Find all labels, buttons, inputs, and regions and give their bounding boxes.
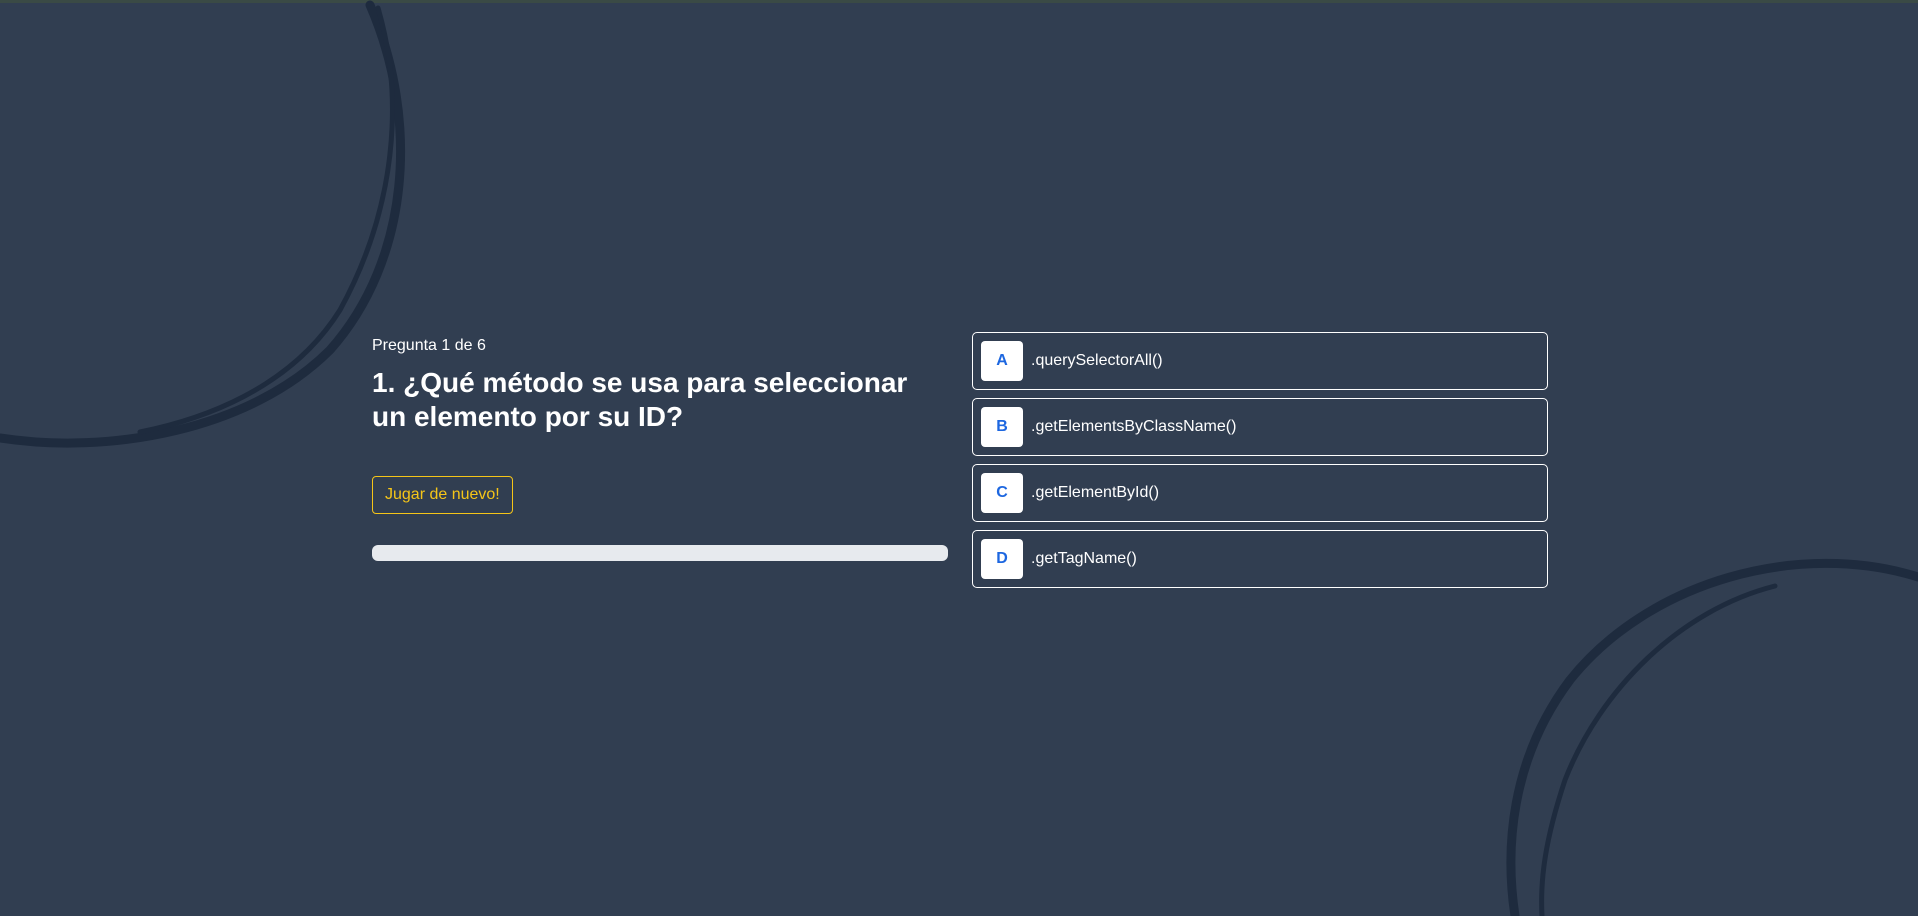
answer-option-c[interactable]: C .getElementById() [972, 464, 1548, 522]
play-again-button[interactable]: Jugar de nuevo! [372, 476, 513, 514]
answer-letter: B [981, 407, 1023, 447]
bottom-right-ring [1506, 558, 1918, 916]
bottom-right-ring-inner [1539, 583, 1778, 916]
answer-list: A .querySelectorAll() B .getElementsByCl… [972, 332, 1548, 596]
answer-label: .getElementById() [1031, 484, 1160, 501]
question-counter: Pregunta 1 de 6 [372, 337, 486, 354]
answer-option-a[interactable]: A .querySelectorAll() [972, 332, 1548, 390]
progress-bar [372, 545, 948, 561]
answer-letter: A [981, 341, 1023, 381]
answer-option-d[interactable]: D .getTagName() [972, 530, 1548, 588]
top-left-ring-inner [137, 5, 395, 435]
background-pattern [0, 0, 1918, 916]
question-panel: Pregunta 1 de 6 1. ¿Qué método se usa pa… [372, 336, 948, 561]
top-left-ring [0, 0, 406, 448]
answer-label: .getElementsByClassName() [1031, 418, 1237, 435]
answer-letter: C [981, 473, 1023, 513]
question-title: 1. ¿Qué método se usa para seleccionar u… [372, 367, 908, 432]
answer-label: .getTagName() [1031, 550, 1137, 567]
answer-label: .querySelectorAll() [1031, 352, 1163, 369]
answer-letter: D [981, 539, 1023, 579]
answer-option-b[interactable]: B .getElementsByClassName() [972, 398, 1548, 456]
top-border [0, 0, 1918, 3]
